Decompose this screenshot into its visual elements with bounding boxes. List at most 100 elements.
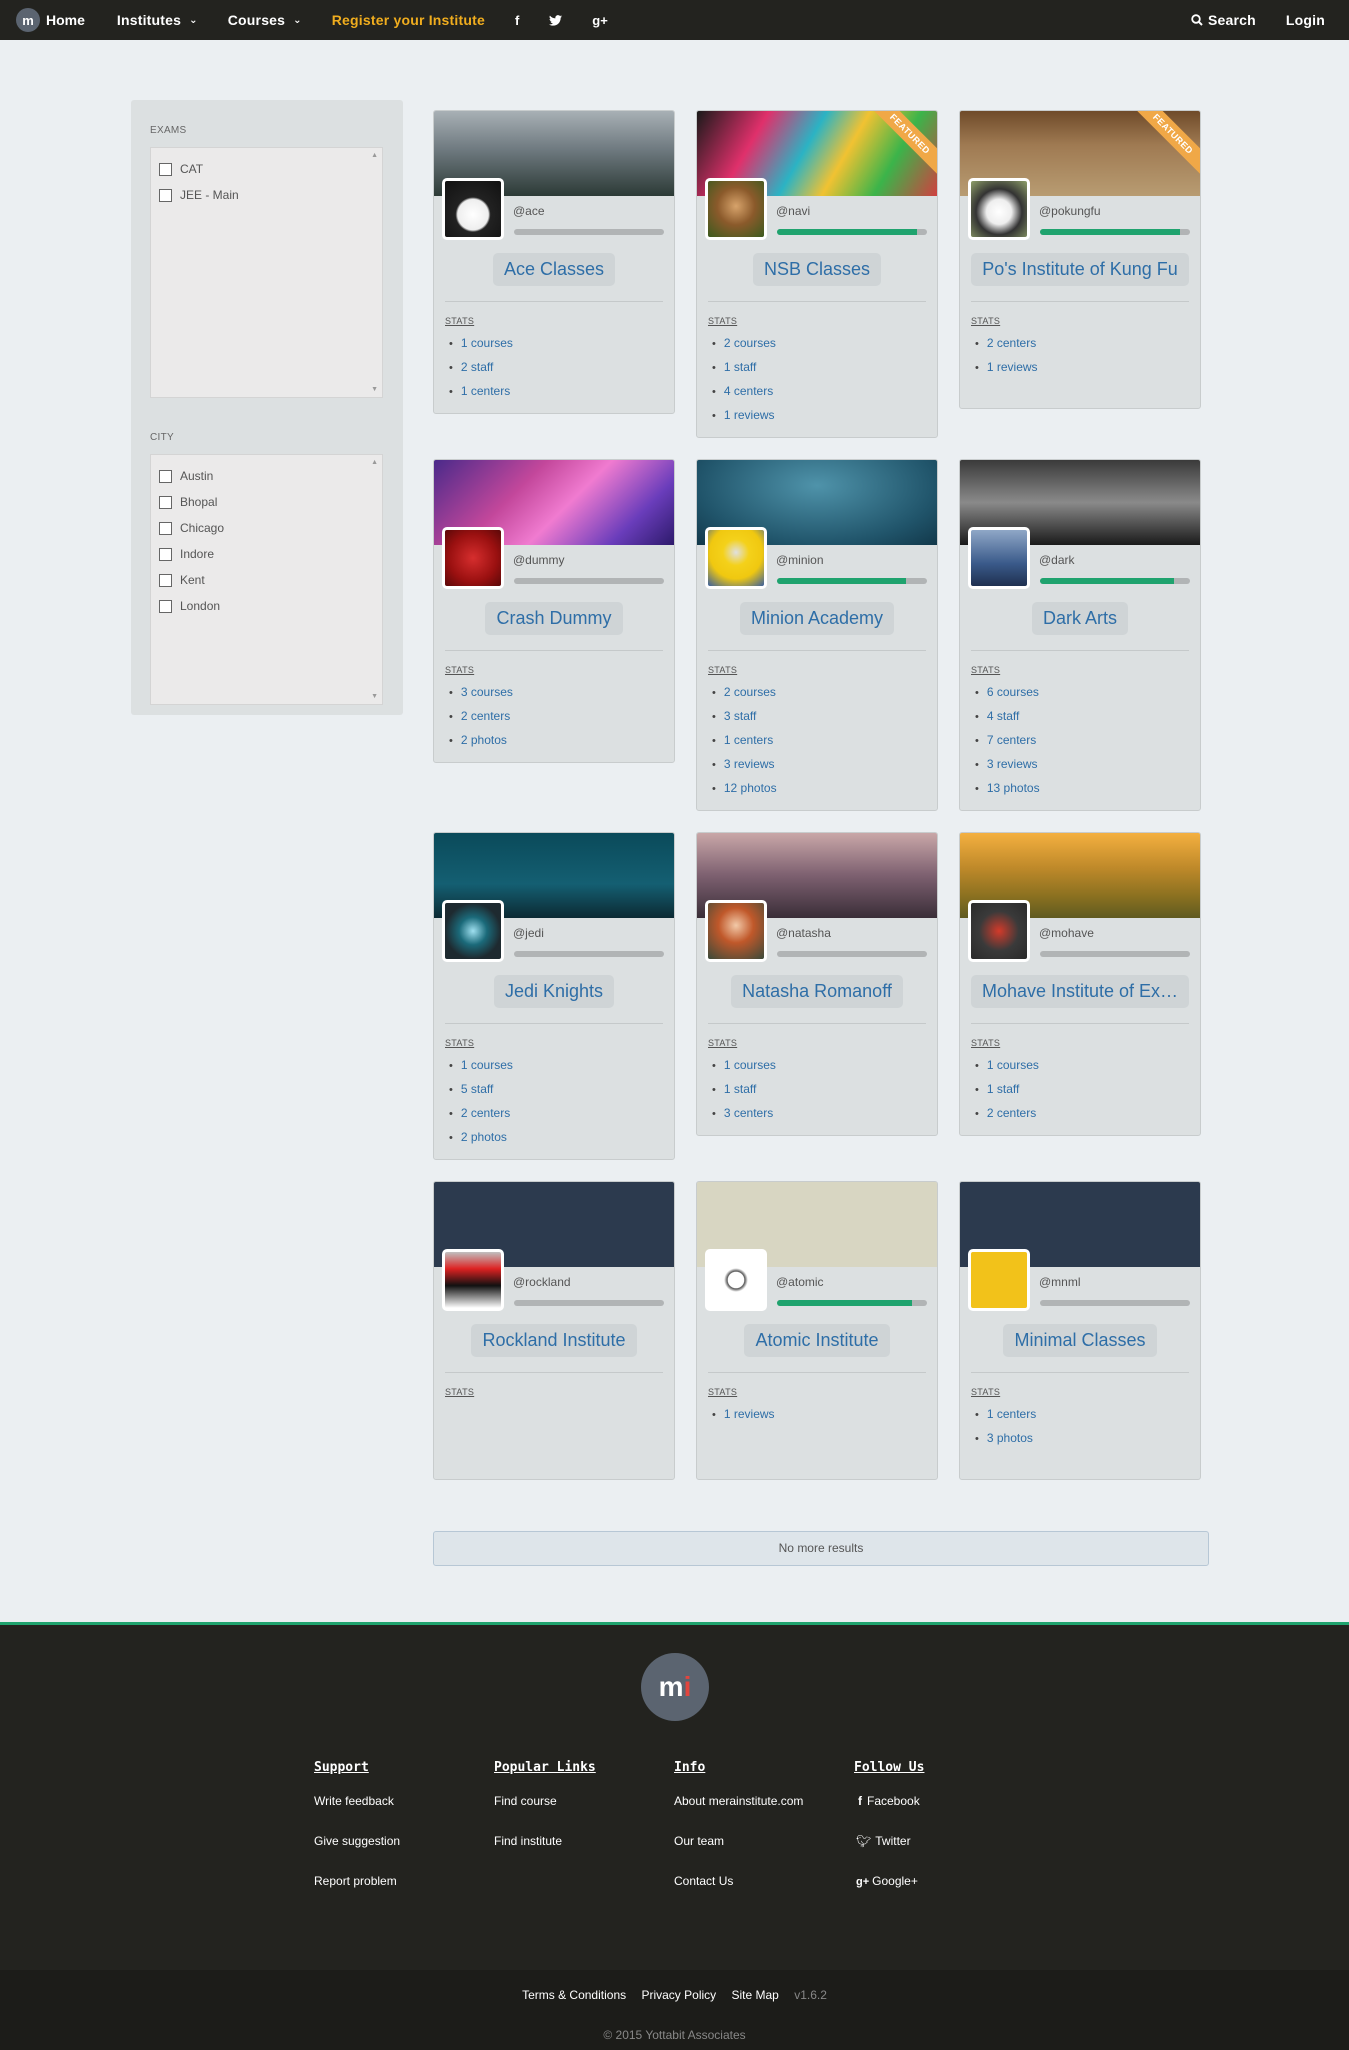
footer-twitter-link[interactable]: 🐦︎ Twitter: [854, 1834, 924, 1874]
institute-card[interactable]: FEATURED @pokungfu Po's Institute of Kung …: [959, 110, 1201, 409]
stat-item[interactable]: 2 photos: [449, 728, 513, 752]
avatar[interactable]: [442, 178, 504, 240]
stat-item[interactable]: 3 reviews: [712, 752, 777, 776]
stat-item[interactable]: 6 courses: [975, 680, 1040, 704]
stat-item[interactable]: 1 courses: [449, 1053, 513, 1077]
scroll-up-icon[interactable]: ▲: [371, 459, 378, 466]
institute-card[interactable]: @mohave Mohave Institute of Ex… STATS 1 cou…: [959, 832, 1201, 1136]
institute-card[interactable]: @mnml Minimal Classes STATS 1 centers3 phot…: [959, 1181, 1201, 1480]
avatar[interactable]: [442, 527, 504, 589]
institute-name[interactable]: Ace Classes: [492, 253, 616, 286]
avatar[interactable]: [968, 527, 1030, 589]
facebook-icon[interactable]: f: [500, 0, 534, 40]
institute-card[interactable]: @minion Minion Academy STATS 2 courses3 sta…: [696, 459, 938, 811]
stat-item[interactable]: 3 courses: [449, 680, 513, 704]
stat-item[interactable]: 3 staff: [712, 704, 777, 728]
footer-link[interactable]: Contact Us: [674, 1874, 803, 1914]
checkbox[interactable]: [159, 162, 172, 176]
city-filter-list[interactable]: Austin Bhopal Chicago Indore Kent London…: [150, 454, 383, 705]
city-option[interactable]: Kent: [159, 567, 374, 593]
home-link[interactable]: m Home: [16, 8, 85, 32]
stat-item[interactable]: 2 staff: [449, 355, 513, 379]
avatar[interactable]: [968, 1249, 1030, 1311]
avatar[interactable]: [968, 900, 1030, 962]
institute-card[interactable]: @jediJedi KnightsSTATS1 courses5 staff2 …: [433, 832, 675, 1160]
stat-item[interactable]: 5 staff: [449, 1077, 513, 1101]
stat-item[interactable]: 1 staff: [712, 355, 776, 379]
stat-item[interactable]: 1 centers: [975, 1402, 1036, 1426]
stat-item[interactable]: 2 centers: [449, 1101, 513, 1125]
institute-card[interactable]: @ace Ace Classes STATS 1 courses2 staff1 ce…: [433, 110, 675, 414]
institute-name[interactable]: Po's Institute of Kung Fu: [971, 253, 1189, 286]
stat-item[interactable]: 1 centers: [449, 379, 513, 403]
stat-item[interactable]: 2 photos: [449, 1125, 513, 1149]
city-option[interactable]: Chicago: [159, 515, 374, 541]
register-institute-link[interactable]: Register your Institute: [317, 0, 500, 40]
institute-card[interactable]: @atomic Atomic Institute STATS 1 reviews: [696, 1181, 938, 1480]
exam-option[interactable]: CAT: [159, 156, 374, 182]
footer-link[interactable]: Report problem: [314, 1874, 400, 1914]
scroll-down-icon[interactable]: ▼: [371, 386, 378, 393]
avatar[interactable]: [705, 1249, 767, 1311]
footer-link[interactable]: About merainstitute.com: [674, 1794, 803, 1834]
stat-item[interactable]: 2 centers: [449, 704, 513, 728]
search-button[interactable]: Search: [1176, 0, 1271, 40]
footer-facebook-link[interactable]: f Facebook: [854, 1794, 924, 1834]
stat-item[interactable]: 3 photos: [975, 1426, 1036, 1450]
avatar[interactable]: [968, 178, 1030, 240]
institute-name[interactable]: Dark Arts: [1031, 602, 1128, 635]
avatar[interactable]: [705, 178, 767, 240]
stat-item[interactable]: 3 centers: [712, 1101, 776, 1125]
checkbox[interactable]: [159, 521, 172, 535]
stat-item[interactable]: 4 centers: [712, 379, 776, 403]
checkbox[interactable]: [159, 469, 172, 483]
institute-card[interactable]: @natasha Natasha Romanoff STATS 1 courses1 …: [696, 832, 938, 1136]
stat-item[interactable]: 4 staff: [975, 704, 1040, 728]
stat-item[interactable]: 1 staff: [975, 1077, 1039, 1101]
stat-item[interactable]: 2 courses: [712, 331, 776, 355]
institute-card[interactable]: FEATURED@naviNSB ClassesSTATS2 courses1 …: [696, 110, 938, 438]
institute-card[interactable]: @dummy Crash Dummy STATS 3 courses2 centers…: [433, 459, 675, 763]
checkbox[interactable]: [159, 547, 172, 561]
scroll-down-icon[interactable]: ▼: [371, 693, 378, 700]
stat-item[interactable]: 2 centers: [975, 331, 1038, 355]
stat-item[interactable]: 1 reviews: [975, 355, 1038, 379]
footer-link[interactable]: Find course: [494, 1794, 596, 1834]
avatar[interactable]: [442, 1249, 504, 1311]
stat-item[interactable]: 13 photos: [975, 776, 1040, 800]
stat-item[interactable]: 2 courses: [712, 680, 777, 704]
google-plus-icon[interactable]: g+: [577, 0, 623, 40]
stat-item[interactable]: 7 centers: [975, 728, 1040, 752]
footer-link[interactable]: Find institute: [494, 1834, 596, 1874]
twitter-icon[interactable]: [534, 0, 577, 40]
institute-name[interactable]: Natasha Romanoff: [731, 975, 903, 1008]
stat-item[interactable]: 1 courses: [449, 331, 513, 355]
stat-item[interactable]: 2 centers: [975, 1101, 1039, 1125]
institute-name[interactable]: NSB Classes: [752, 253, 882, 286]
checkbox[interactable]: [159, 573, 172, 587]
stat-item[interactable]: 1 staff: [712, 1077, 776, 1101]
avatar[interactable]: [705, 527, 767, 589]
institute-name[interactable]: Jedi Knights: [493, 975, 615, 1008]
institute-name[interactable]: Minion Academy: [739, 602, 895, 635]
institute-name[interactable]: Rockland Institute: [471, 1324, 637, 1357]
sitemap-link[interactable]: Site Map: [732, 1988, 779, 2002]
avatar[interactable]: [705, 900, 767, 962]
privacy-link[interactable]: Privacy Policy: [641, 1988, 716, 2002]
checkbox[interactable]: [159, 599, 172, 613]
footer-link[interactable]: Give suggestion: [314, 1834, 400, 1874]
stat-item[interactable]: 3 reviews: [975, 752, 1040, 776]
stat-item[interactable]: 1 courses: [712, 1053, 776, 1077]
institute-name[interactable]: Mohave Institute of Ex…: [970, 975, 1190, 1008]
footer-link[interactable]: Write feedback: [314, 1794, 400, 1834]
stat-item[interactable]: 12 photos: [712, 776, 777, 800]
institute-card[interactable]: @dark Dark Arts STATS 6 courses4 staff7 cen…: [959, 459, 1201, 811]
avatar[interactable]: [442, 900, 504, 962]
scroll-up-icon[interactable]: ▲: [371, 152, 378, 159]
city-option[interactable]: London: [159, 593, 374, 619]
stat-item[interactable]: 1 reviews: [712, 1402, 775, 1426]
stat-item[interactable]: 1 reviews: [712, 403, 776, 427]
checkbox[interactable]: [159, 495, 172, 509]
exams-filter-list[interactable]: CAT JEE - Main ▲ ▼: [150, 147, 383, 398]
stat-item[interactable]: 1 courses: [975, 1053, 1039, 1077]
